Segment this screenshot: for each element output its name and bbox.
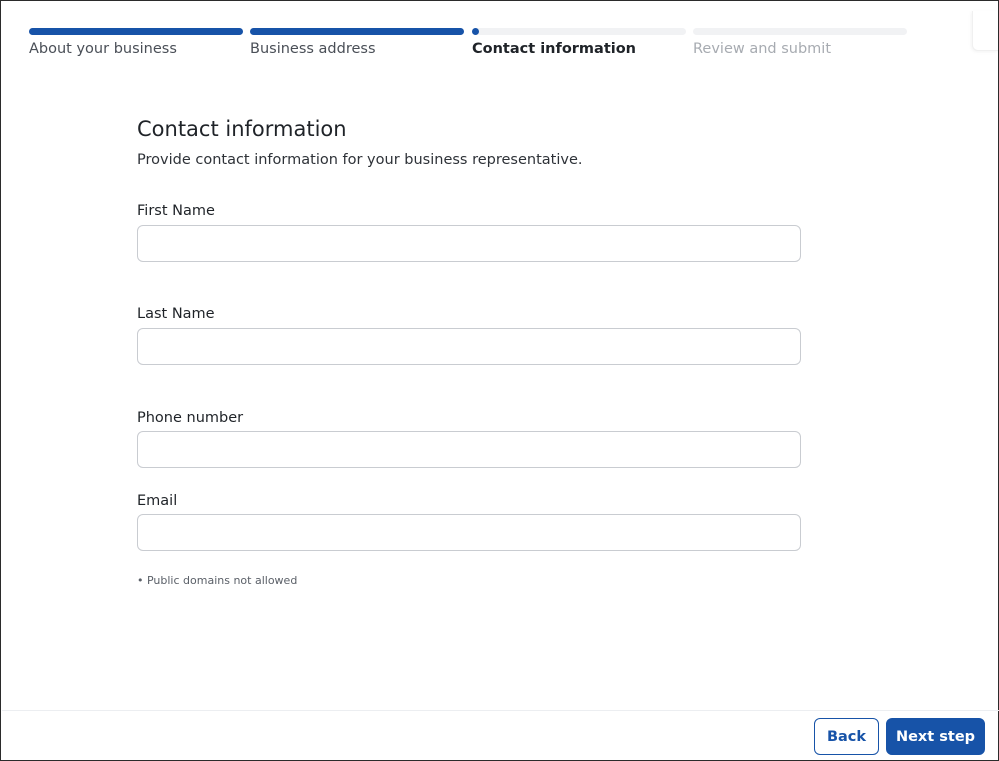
app-window: About your business Business address Con…	[0, 0, 999, 761]
back-button[interactable]: Back	[814, 718, 879, 755]
side-panel-edge	[972, 11, 998, 51]
email-input[interactable]	[137, 514, 801, 551]
step-track	[693, 28, 907, 35]
current-step-dot	[472, 28, 479, 35]
footer-divider	[2, 710, 999, 711]
page-subtitle: Provide contact information for your bus…	[137, 152, 583, 168]
progress-stepper: About your business Business address Con…	[29, 28, 909, 60]
step-progress-fill	[250, 28, 464, 35]
step-label: Review and submit	[693, 41, 832, 57]
step-track	[250, 28, 464, 35]
phone-number-label: Phone number	[137, 410, 244, 426]
step-track	[29, 28, 243, 35]
email-label: Email	[137, 493, 178, 509]
step-label: About your business	[29, 41, 177, 57]
step-label: Business address	[250, 41, 376, 57]
first-name-label: First Name	[137, 203, 215, 219]
step-progress-fill	[29, 28, 243, 35]
step-track	[472, 28, 686, 35]
last-name-label: Last Name	[137, 306, 215, 322]
email-hint: • Public domains not allowed	[137, 574, 298, 587]
last-name-input[interactable]	[137, 328, 801, 365]
first-name-input[interactable]	[137, 225, 801, 262]
page-title: Contact information	[137, 117, 347, 141]
phone-number-input[interactable]	[137, 431, 801, 468]
step-label: Contact information	[472, 41, 637, 57]
next-step-button[interactable]: Next step	[886, 718, 985, 755]
